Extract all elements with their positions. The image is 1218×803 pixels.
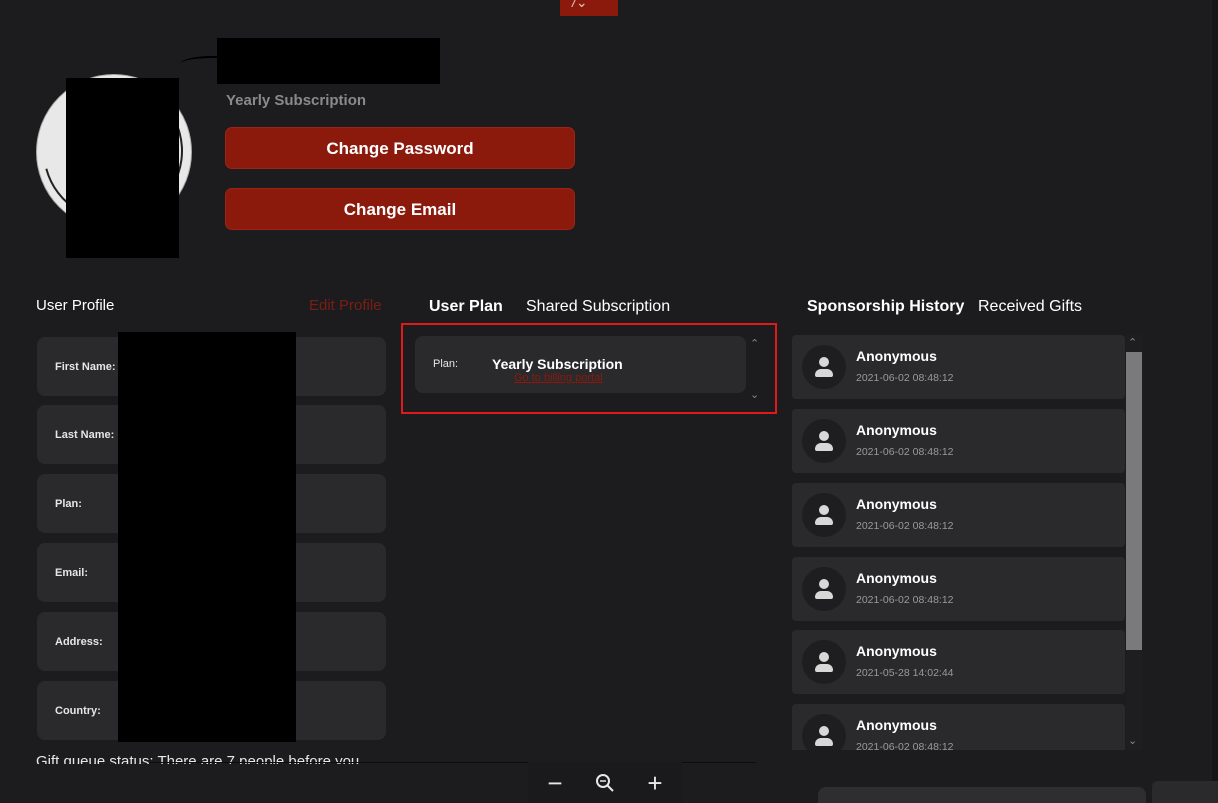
sponsor-date: 2021-06-02 08:48:12 bbox=[856, 372, 954, 384]
chevron-up-icon[interactable]: ⌃ bbox=[750, 337, 759, 350]
zoom-icon[interactable] bbox=[587, 768, 623, 798]
user-icon bbox=[802, 419, 846, 463]
field-label: Country: bbox=[55, 705, 101, 717]
redaction-avatar bbox=[66, 78, 179, 258]
billing-portal-link[interactable]: Go to billing portal bbox=[514, 372, 603, 384]
field-label: Last Name: bbox=[55, 429, 115, 441]
zoom-out-button[interactable]: − bbox=[537, 768, 573, 798]
bottom-button[interactable] bbox=[1152, 781, 1218, 803]
sponsorship-list[interactable]: Anonymous 2021-06-02 08:48:12 Anonymous … bbox=[792, 335, 1126, 750]
sponsor-date: 2021-06-02 08:48:12 bbox=[856, 594, 954, 606]
list-item[interactable]: Anonymous 2021-06-02 08:48:12 bbox=[792, 557, 1125, 621]
sponsor-name: Anonymous bbox=[856, 570, 937, 586]
list-item[interactable]: Anonymous 2021-06-02 08:48:12 bbox=[792, 409, 1125, 473]
chevron-down-icon[interactable]: ⌄ bbox=[1128, 734, 1137, 747]
subscription-label: Yearly Subscription bbox=[226, 92, 367, 109]
user-icon bbox=[802, 714, 846, 750]
top-app-tab[interactable]: /⌄ bbox=[560, 0, 618, 16]
change-password-button[interactable]: Change Password bbox=[225, 127, 575, 169]
field-label: First Name: bbox=[55, 361, 116, 373]
field-label: Email: bbox=[55, 567, 89, 579]
redaction-username bbox=[217, 38, 440, 84]
bottom-input[interactable] bbox=[818, 787, 1146, 803]
user-icon bbox=[802, 567, 846, 611]
user-icon bbox=[802, 640, 846, 684]
sponsor-date: 2021-05-28 14:02:44 bbox=[856, 667, 954, 679]
tab-received-gifts[interactable]: Received Gifts bbox=[978, 298, 1082, 316]
field-label: Plan: bbox=[55, 498, 82, 510]
sponsor-name: Anonymous bbox=[856, 717, 937, 733]
chevron-up-icon[interactable]: ⌃ bbox=[1128, 336, 1137, 349]
field-label: Address: bbox=[55, 636, 103, 648]
list-item[interactable]: Anonymous 2021-06-02 08:48:12 bbox=[792, 335, 1125, 399]
redaction-field-values bbox=[118, 332, 296, 742]
sponsor-name: Anonymous bbox=[856, 496, 937, 512]
sponsor-date: 2021-06-02 08:48:12 bbox=[856, 741, 954, 750]
window-edge bbox=[1212, 0, 1218, 803]
tab-user-plan[interactable]: User Plan bbox=[429, 298, 503, 316]
chevron-down-icon[interactable]: ⌄ bbox=[750, 388, 759, 401]
sponsor-date: 2021-06-02 08:48:12 bbox=[856, 446, 954, 458]
list-item[interactable]: Anonymous 2021-06-02 08:48:12 bbox=[792, 704, 1125, 750]
sponsor-date: 2021-06-02 08:48:12 bbox=[856, 520, 954, 532]
plan-value: Yearly Subscription bbox=[492, 356, 623, 372]
zoom-in-button[interactable]: + bbox=[637, 768, 673, 798]
user-icon bbox=[802, 493, 846, 537]
magnifier-icon bbox=[596, 774, 614, 792]
list-item[interactable]: Anonymous 2021-05-28 14:02:44 bbox=[792, 630, 1125, 694]
change-email-button[interactable]: Change Email bbox=[225, 188, 575, 230]
plan-card: Plan: Yearly Subscription Go to billing … bbox=[415, 336, 746, 393]
logo-glyph-icon: /⌄ bbox=[572, 0, 588, 10]
sponsor-name: Anonymous bbox=[856, 348, 937, 364]
tab-sponsorship-history[interactable]: Sponsorship History bbox=[807, 298, 964, 316]
tab-shared-subscription[interactable]: Shared Subscription bbox=[526, 298, 670, 316]
scrollbar-thumb[interactable] bbox=[1126, 352, 1142, 650]
zoom-toolbar: − + bbox=[528, 762, 682, 803]
edit-profile-link[interactable]: Edit Profile bbox=[309, 297, 382, 314]
user-profile-title: User Profile bbox=[36, 297, 115, 314]
user-icon bbox=[802, 345, 846, 389]
plan-label: Plan: bbox=[433, 358, 459, 370]
sponsor-name: Anonymous bbox=[856, 422, 937, 438]
list-item[interactable]: Anonymous 2021-06-02 08:48:12 bbox=[792, 483, 1125, 547]
sponsor-name: Anonymous bbox=[856, 643, 937, 659]
